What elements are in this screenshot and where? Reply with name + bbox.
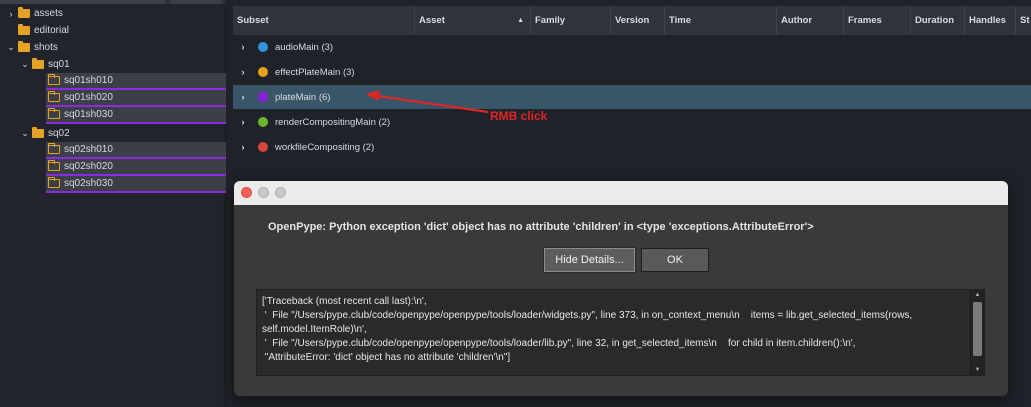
- scrollbar-thumb[interactable]: [973, 302, 982, 356]
- scroll-up-icon[interactable]: ▲: [971, 290, 984, 300]
- traceback-text: ['Traceback (most recent call last):\n',…: [262, 296, 913, 363]
- ok-button[interactable]: OK: [641, 248, 709, 272]
- annotation-label: RMB click: [490, 109, 548, 123]
- error-message: OpenPype: Python exception 'dict' object…: [268, 221, 814, 233]
- scroll-down-icon[interactable]: ▼: [971, 365, 984, 375]
- loader-window: › assets editorial ⌄ shots ⌄ sq01 sq01sh…: [0, 0, 1031, 407]
- annotation-arrow-head: [366, 90, 380, 101]
- error-dialog: OpenPype: Python exception 'dict' object…: [234, 181, 1008, 396]
- details-scrollbar[interactable]: ▲ ▼: [970, 290, 984, 375]
- minimize-window-icon[interactable]: [258, 187, 269, 198]
- maximize-window-icon[interactable]: [275, 187, 286, 198]
- annotation-arrow-line: [377, 94, 489, 114]
- details-textbox[interactable]: ['Traceback (most recent call last):\n',…: [256, 289, 985, 376]
- hide-details-button[interactable]: Hide Details...: [543, 247, 636, 273]
- close-window-icon[interactable]: [241, 187, 252, 198]
- dialog-titlebar: [234, 181, 1008, 205]
